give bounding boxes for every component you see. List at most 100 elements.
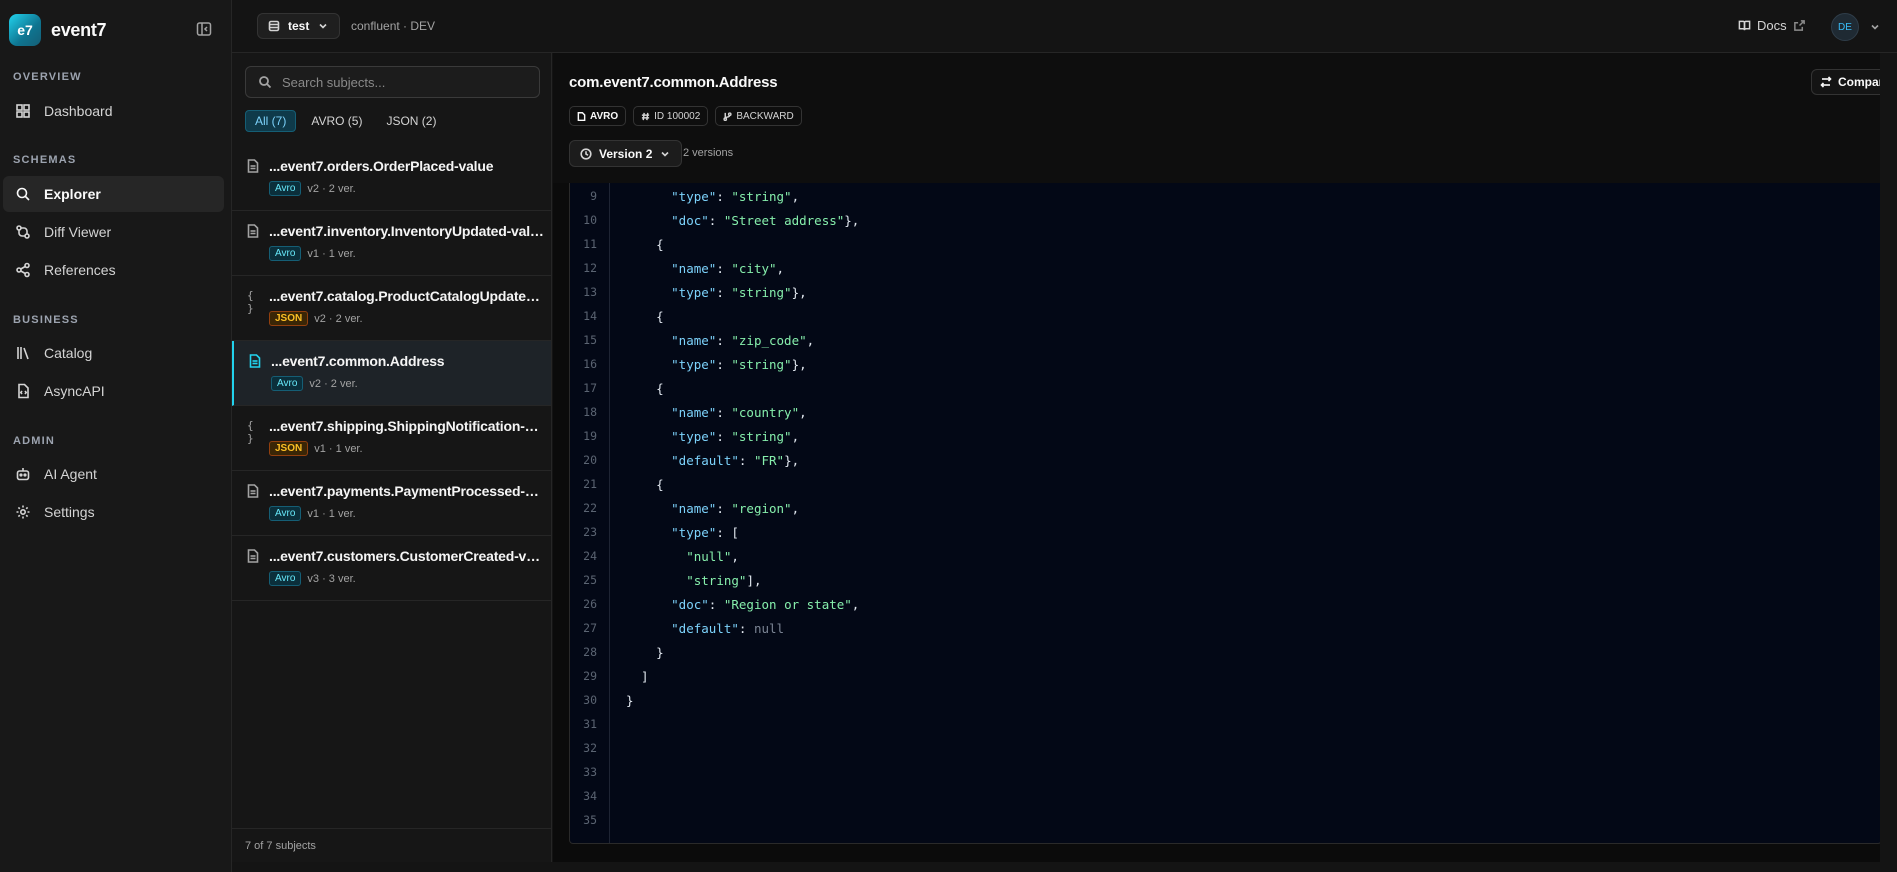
subject-version: v2 · 2 ver. [309, 377, 358, 390]
format-badge: Avro [269, 506, 302, 521]
subject-list: ...event7.orders.OrderPlaced-value Avro … [232, 146, 551, 601]
code-text: "name": "zip_code", [671, 332, 815, 348]
filter-all[interactable]: All (7) [245, 110, 297, 132]
code-line: 17 { [570, 376, 1881, 400]
line-number: 20 [583, 453, 597, 467]
file-icon [249, 354, 261, 368]
chevron-down-icon [661, 151, 669, 157]
code-text: } [626, 692, 634, 708]
code-line: 23 "type": [ [570, 520, 1881, 544]
sidebar-item-label: References [44, 262, 116, 278]
schema-header: com.event7.common.Address AVRO ID 100002… [553, 53, 1897, 183]
page-scrollbar[interactable] [1880, 53, 1897, 862]
gear-icon [15, 504, 31, 520]
subject-item[interactable]: { } ...event7.catalog.ProductCatalogUpda… [232, 276, 551, 341]
line-number: 22 [583, 501, 597, 515]
nav-section-business: BUSINESS [13, 314, 79, 326]
docs-link[interactable]: Docs [1738, 18, 1806, 33]
subject-item-selected[interactable]: ...event7.common.Address Avro v2 · 2 ver… [232, 341, 551, 406]
line-number: 26 [583, 597, 597, 611]
environment-select[interactable]: test [257, 13, 341, 39]
line-number: 15 [583, 333, 597, 347]
sidebar-item-explorer[interactable]: Explorer [3, 176, 224, 212]
code-line: 34 [570, 784, 1881, 808]
line-number: 25 [583, 573, 597, 587]
code-line: 26 "doc": "Region or state", [570, 592, 1881, 616]
avatar[interactable]: DE [1831, 13, 1859, 41]
braces-icon: { } [247, 289, 254, 315]
sidebar-item-ai-agent[interactable]: AI Agent [3, 456, 224, 492]
code-text: "type": [ [671, 524, 739, 540]
format-badge: JSON [269, 441, 309, 456]
search-input[interactable] [282, 74, 532, 90]
docs-label: Docs [1757, 18, 1787, 33]
code-text: "type": "string"}, [671, 356, 807, 372]
line-number: 33 [583, 765, 597, 779]
subject-version: v2 · 2 ver. [307, 182, 356, 195]
chevron-down-icon[interactable] [1869, 20, 1881, 32]
subject-version: v2 · 2 ver. [314, 312, 363, 325]
code-line: 35 [570, 808, 1881, 832]
code-line: 25 "string"], [570, 568, 1881, 592]
line-number: 23 [583, 525, 597, 539]
sidebar-collapse-icon[interactable] [196, 21, 212, 37]
subject-name: ...event7.payments.PaymentProcessed-valu… [269, 483, 544, 499]
code-line: 33 [570, 760, 1881, 784]
line-number: 17 [583, 381, 597, 395]
sidebar-item-asyncapi[interactable]: AsyncAPI [3, 373, 224, 409]
line-number: 27 [583, 621, 597, 635]
git-branch-icon [723, 111, 732, 121]
line-number: 30 [583, 693, 597, 707]
sidebar-item-catalog[interactable]: Catalog [3, 335, 224, 371]
code-line: 32 [570, 736, 1881, 760]
format-badge: Avro [269, 571, 302, 586]
code-editor[interactable]: 9 "type": "string", 10 "doc": "Street add… [569, 183, 1882, 844]
sidebar-item-references[interactable]: References [3, 252, 224, 288]
schema-title: com.event7.common.Address [569, 74, 778, 91]
subject-item[interactable]: ...event7.inventory.InventoryUpdated-val… [232, 211, 551, 276]
filter-json[interactable]: JSON (2) [377, 110, 445, 132]
code-line: 9 "type": "string", [570, 184, 1881, 208]
code-line: 31 [570, 712, 1881, 736]
line-number: 14 [583, 309, 597, 323]
file-icon [247, 549, 259, 563]
subject-meta: Avro v1 · 1 ver. [269, 246, 356, 261]
code-line: 30} [570, 688, 1881, 712]
search-box[interactable] [245, 66, 540, 98]
filter-avro[interactable]: AVRO (5) [302, 110, 371, 132]
line-number: 21 [583, 477, 597, 491]
version-select[interactable]: Version 2 [569, 140, 683, 167]
code-line: 16 "type": "string"}, [570, 352, 1881, 376]
subject-item[interactable]: ...event7.payments.PaymentProcessed-valu… [232, 471, 551, 536]
sidebar-item-dashboard[interactable]: Dashboard [3, 93, 224, 129]
code-line: 15 "name": "zip_code", [570, 328, 1881, 352]
code-line: 22 "name": "region", [570, 496, 1881, 520]
format-badge: Avro [271, 376, 304, 391]
subject-item[interactable]: ...event7.customers.CustomerCreated-valu… [232, 536, 551, 601]
brand[interactable]: e7 event7 [9, 14, 107, 46]
sidebar-item-settings[interactable]: Settings [3, 494, 224, 530]
nav-section-admin: ADMIN [13, 435, 56, 447]
subject-name: ...event7.common.Address [271, 353, 445, 369]
code-line: 11 { [570, 232, 1881, 256]
file-icon [247, 484, 259, 498]
code-text: "doc": "Street address"}, [671, 212, 860, 228]
code-text: { [626, 308, 664, 324]
line-number: 16 [583, 357, 597, 371]
code-text: "name": "region", [671, 500, 800, 516]
subject-item[interactable]: ...event7.orders.OrderPlaced-value Avro … [232, 146, 551, 211]
compatibility-badge: BACKWARD [715, 106, 802, 126]
format-badge: JSON [269, 311, 309, 326]
code-line: 10 "doc": "Street address"}, [570, 208, 1881, 232]
version-count: 2 versions [683, 147, 734, 159]
subject-version: v1 · 1 ver. [307, 507, 356, 520]
subject-name: ...event7.catalog.ProductCatalogUpdated-… [269, 288, 544, 304]
sidebar-item-label: AI Agent [44, 466, 97, 482]
sidebar-item-diff-viewer[interactable]: Diff Viewer [3, 214, 224, 250]
subject-name: ...event7.inventory.InventoryUpdated-val… [269, 223, 544, 239]
app-root: e7 event7 OVERVIEW Dashboard SCHEMAS Exp… [0, 0, 1897, 872]
line-number: 12 [583, 261, 597, 275]
code-line: 27 "default": null [570, 616, 1881, 640]
subject-item[interactable]: { } ...event7.shipping.ShippingNotificat… [232, 406, 551, 471]
subject-meta: JSON v1 · 1 ver. [269, 441, 363, 456]
